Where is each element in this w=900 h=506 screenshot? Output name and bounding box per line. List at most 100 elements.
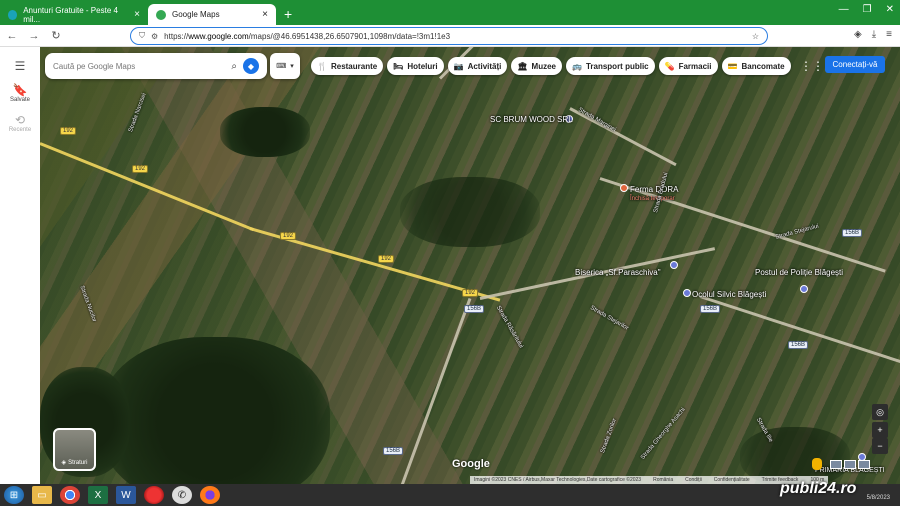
history-icon: ⟲ — [14, 113, 26, 127]
chip-bancomate[interactable]: 💳 Bancomate — [721, 57, 791, 75]
route-156b-badge: 156B — [788, 341, 809, 349]
attribution-text: Imagini ©2023 CNES / Airbus,Maxar Techno… — [474, 477, 642, 483]
category-chips: 🍴 Restaurante 🛏 Hoteluri 📷 Activități 🏛 Muze… — [311, 57, 791, 75]
file-explorer-icon[interactable]: ▭ — [32, 486, 52, 504]
pocket-icon[interactable]: ◈ — [854, 29, 862, 40]
site-settings-icon[interactable]: ⚙ — [151, 32, 158, 41]
street-label: Strada Stejarului — [775, 223, 820, 241]
fork-knife-icon: 🍴 — [317, 61, 327, 71]
recent-button[interactable]: ⟲ Recente — [9, 113, 31, 133]
street-label: Strada Gheorghe Asachi — [640, 406, 687, 461]
chip-activitati[interactable]: 📷 Activități — [447, 57, 508, 75]
police-pin-icon[interactable] — [800, 285, 808, 293]
atm-icon: 💳 — [727, 61, 738, 71]
menu-icon[interactable]: ≡ — [886, 29, 892, 40]
maps-search-box[interactable]: Caută pe Google Maps ⌕ ◆ — [45, 53, 267, 79]
privacy-link[interactable]: Confidențialitate — [714, 477, 750, 483]
farm-pin-icon[interactable] — [620, 184, 628, 192]
route-192-badge: 192 — [280, 232, 297, 240]
museum-icon: 🏛 — [517, 61, 528, 71]
shield-icon: ⛉ — [139, 31, 145, 40]
saved-label: Salvate — [9, 97, 30, 103]
firefox-icon[interactable] — [200, 486, 220, 504]
app-red-icon[interactable] — [144, 486, 164, 504]
region-link[interactable]: România — [653, 477, 673, 483]
word-icon[interactable]: W — [116, 486, 136, 504]
office-pin-icon[interactable] — [683, 289, 691, 297]
saved-button[interactable]: 🔖 Salvate — [10, 83, 30, 103]
poi-ferma-dora[interactable]: Ferma DORA — [630, 185, 678, 194]
forest-area — [400, 177, 540, 247]
street-label: Strada Narcisei — [128, 92, 148, 134]
hamburger-icon: ☰ — [14, 59, 26, 73]
route-156b-badge: 156B — [383, 447, 404, 455]
road-192 — [40, 142, 254, 232]
reload-icon[interactable]: ↻ — [50, 29, 62, 42]
forward-arrow-icon[interactable]: → — [28, 30, 40, 42]
taskbar-date: 5/8/2023 — [866, 495, 890, 501]
tab-anunturi[interactable]: Anunturi Gratuite - Peste 4 mil... × — [0, 4, 148, 25]
plus-icon: + — [877, 425, 883, 435]
poi-ferma-status: Închisă temporar — [630, 196, 675, 202]
input-tools-button[interactable]: ⌨ ▾ — [270, 53, 300, 79]
chip-muzee[interactable]: 🏛 Muzee — [511, 57, 562, 75]
forest-area — [100, 337, 330, 484]
watermark-logo: publi24.ro — [780, 480, 857, 497]
close-icon[interactable]: × — [134, 9, 140, 20]
directions-icon[interactable]: ◆ — [243, 58, 259, 74]
chip-restaurante[interactable]: 🍴 Restaurante — [311, 57, 384, 75]
poi-postul-politie[interactable]: Postul de Poliție Blăgești — [755, 268, 843, 277]
route-192-badge: 192 — [378, 255, 395, 263]
crosshair-icon: ◎ — [876, 406, 884, 417]
back-arrow-icon[interactable]: ← — [6, 30, 18, 42]
excel-icon[interactable]: X — [88, 486, 108, 504]
publi24-favicon-icon — [8, 9, 18, 20]
my-location-button[interactable]: ◎ — [872, 404, 888, 420]
pegman-icon[interactable] — [812, 458, 822, 470]
tab-title: Google Maps — [172, 10, 220, 19]
route-156b-badge: 156B — [842, 229, 863, 237]
address-bar[interactable]: ⛉ ⚙ https://www.google.com/maps/@46.6951… — [130, 27, 768, 45]
terms-link[interactable]: Condiții — [685, 477, 702, 483]
hamburger-menu-button[interactable]: ☰ — [15, 59, 26, 73]
chip-hoteluri[interactable]: 🛏 Hoteluri — [387, 57, 444, 75]
minus-icon: − — [877, 441, 883, 451]
download-icon[interactable]: ⤓ — [872, 29, 876, 40]
zoom-out-button[interactable]: − — [872, 438, 888, 454]
church-pin-icon[interactable] — [670, 261, 678, 269]
poi-ocolul-silvic[interactable]: Ocolul Silvic Blăgești — [692, 290, 766, 299]
chip-farmacii[interactable]: 💊 Farmacii — [658, 57, 718, 75]
tab-google-maps[interactable]: Google Maps × — [148, 4, 276, 25]
url-text[interactable]: https://www.google.com/maps/@46.6951438,… — [164, 32, 746, 41]
maximize-icon[interactable]: ❐ — [863, 4, 872, 15]
sign-in-button[interactable]: Conectați-vă — [825, 56, 885, 73]
road — [400, 297, 472, 484]
new-tab-button[interactable]: + — [276, 6, 300, 25]
chip-transport-public[interactable]: 🚌 Transport public — [565, 57, 655, 75]
street-label: Strada Stejarilor — [589, 305, 630, 332]
search-input[interactable]: Caută pe Google Maps — [53, 62, 225, 71]
recent-label: Recente — [8, 127, 32, 133]
street-label: Strada Nucilor — [78, 285, 98, 323]
start-button-icon[interactable]: ⊞ — [4, 486, 24, 504]
maps-side-rail: ☰ 🔖 Salvate ⟲ Recente — [0, 47, 40, 484]
poi-biserica[interactable]: Biserica „Sf.Paraschiva" — [575, 268, 661, 277]
star-icon[interactable]: ☆ — [752, 32, 759, 41]
minimize-icon[interactable]: — — [839, 4, 849, 15]
zoom-in-button[interactable]: + — [872, 422, 888, 438]
route-192-badge: 192 — [462, 289, 479, 297]
close-icon[interactable]: × — [262, 9, 268, 20]
close-window-icon[interactable]: ✕ — [886, 4, 894, 15]
route-192-badge: 192 — [132, 165, 149, 173]
whatsapp-icon[interactable]: ✆ — [172, 486, 192, 504]
route-156b-badge: 156B — [464, 305, 485, 313]
street-label: Strada Marginei — [577, 107, 617, 134]
layers-button[interactable]: ◈ Straturi — [53, 428, 96, 471]
browser-actions: ◈ ⤓ ≡ — [854, 29, 892, 40]
chrome-icon[interactable] — [60, 486, 80, 504]
satellite-map[interactable]: 192 192 192 192 192 156B 156B 156B 156B … — [40, 47, 900, 484]
imagery-thumbnails[interactable] — [830, 460, 870, 469]
search-icon[interactable]: ⌕ — [231, 61, 237, 72]
poi-brum-wood[interactable]: SC BRUM WOOD SRL — [490, 115, 573, 124]
keyboard-icon: ⌨ — [276, 63, 287, 70]
